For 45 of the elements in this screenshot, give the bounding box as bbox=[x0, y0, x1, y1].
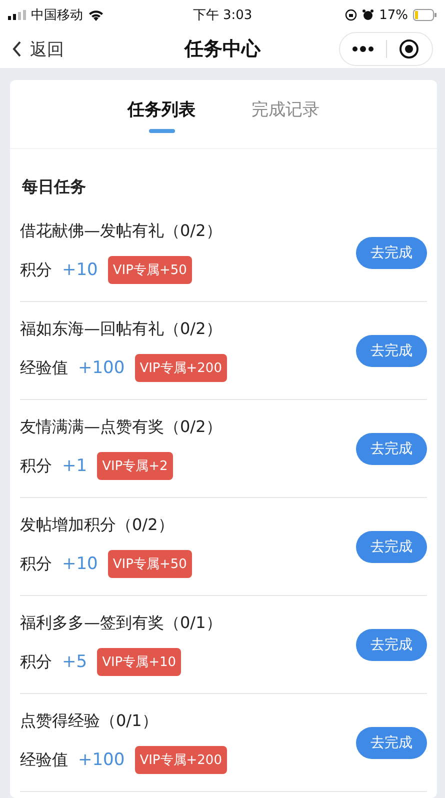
reward-label: 积分 bbox=[20, 260, 52, 280]
section-title: 每日任务 bbox=[21, 176, 87, 198]
page-title: 任务中心 bbox=[184, 37, 260, 62]
complete-button[interactable]: 去完成 bbox=[356, 432, 427, 464]
signal-icon bbox=[8, 10, 26, 20]
vip-bonus-tag: VIP专属+50 bbox=[108, 256, 192, 284]
reward-value: +5 bbox=[62, 652, 88, 672]
task-title: 友情满满—点赞有奖（0/2） bbox=[20, 417, 223, 438]
complete-button[interactable]: 去完成 bbox=[356, 628, 427, 660]
vip-bonus-tag: VIP专属+200 bbox=[134, 354, 227, 382]
complete-button[interactable]: 去完成 bbox=[356, 530, 427, 562]
task-title: 点赞得经验（0/1） bbox=[20, 711, 159, 732]
vip-bonus-tag: VIP专属+200 bbox=[134, 746, 227, 774]
battery-icon bbox=[413, 9, 437, 21]
reward-value: +10 bbox=[62, 260, 98, 280]
reward-value: +100 bbox=[78, 358, 125, 378]
tab[interactable]: 完成记录 bbox=[252, 80, 320, 148]
battery-percent: 17% bbox=[379, 8, 408, 22]
reward-value: +10 bbox=[62, 554, 98, 574]
reward-label: 经验值 bbox=[20, 358, 68, 378]
reward-value: +1 bbox=[62, 456, 88, 476]
task-title: 发帖增加积分（0/2） bbox=[20, 515, 175, 536]
reward-value: +100 bbox=[78, 750, 125, 770]
vip-bonus-tag: VIP专属+50 bbox=[108, 550, 192, 578]
complete-button[interactable]: 去完成 bbox=[356, 726, 427, 758]
tab[interactable]: 任务列表 bbox=[128, 80, 196, 148]
alarm-icon bbox=[362, 9, 374, 21]
tab-indicator bbox=[148, 129, 174, 133]
reward-label: 积分 bbox=[20, 456, 52, 476]
reward-label: 积分 bbox=[20, 554, 52, 574]
task-title: 福如东海—回帖有礼（0/2） bbox=[20, 319, 223, 340]
chevron-left-icon bbox=[12, 41, 22, 57]
task-title: 借花献佛—发帖有礼（0/2） bbox=[20, 221, 223, 242]
task-title: 福利多多—签到有奖（0/1） bbox=[20, 613, 223, 634]
complete-button[interactable]: 去完成 bbox=[356, 236, 427, 268]
reward-label: 经验值 bbox=[20, 750, 68, 770]
carrier-name: 中国移动 bbox=[31, 7, 83, 24]
back-link[interactable]: 返回 bbox=[12, 38, 64, 60]
vip-bonus-tag: VIP专属+10 bbox=[97, 648, 182, 676]
wifi-icon bbox=[88, 9, 104, 21]
vip-bonus-tag: VIP专属+2 bbox=[97, 452, 173, 480]
complete-button[interactable]: 去完成 bbox=[356, 334, 427, 366]
clock-time: 下午 3:03 bbox=[192, 7, 252, 24]
reward-label: 积分 bbox=[20, 652, 52, 672]
lock-rotation-icon bbox=[345, 9, 358, 21]
